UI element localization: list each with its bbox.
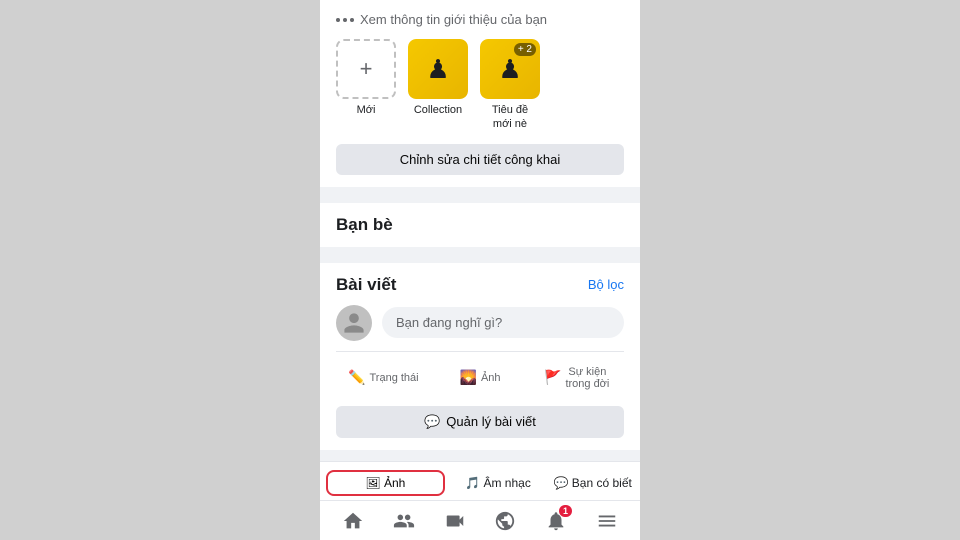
notification-nav-icon[interactable]: 1 [538,503,574,539]
manage-icon: 💬 [424,414,440,430]
friends-nav-icon[interactable] [386,503,422,539]
bottom-tabs: 🖼 Ảnh 🎵 Âm nhạc 💬 Bạn có biết [320,461,640,500]
photo-label: Ảnh [481,372,501,384]
tab-amnhac[interactable]: 🎵 Âm nhạc [451,472,546,494]
post-composer: Bạn đang nghĩ gì? [336,305,624,341]
chess-icon: ♟ [426,54,449,85]
tab-anh[interactable]: 🖼 Ảnh [326,470,445,496]
notification-badge: 1 [559,505,572,517]
nav-bar: 1 [320,500,640,540]
posts-title: Bài viết [336,275,396,295]
friends-icon [393,510,415,532]
photo-action-button[interactable]: 🌄 Ảnh [433,360,528,396]
posts-section: Bài viết Bộ lọc Bạn đang nghĩ gì? ✏️ Trạ… [320,263,640,450]
tieude-avatar[interactable]: ♟ + 2 [480,39,540,99]
flag-icon: 🚩 [544,369,561,386]
chess-icon2: ♟ [498,54,521,85]
info-text: Xem thông tin giới thiệu của bạn [360,12,547,27]
plus-icon: + [360,56,373,82]
tab-bancobiet[interactable]: 💬 Bạn có biết [545,472,640,494]
marketplace-nav-icon[interactable] [487,503,523,539]
avatar-item-new: + Mới [336,39,396,117]
tab-amnhac-label: 🎵 Âm nhạc [465,476,531,490]
composer-input[interactable]: Bạn đang nghĩ gì? [382,307,624,338]
dot3 [350,18,354,22]
event-action-button[interactable]: 🚩 Sự kiệntrong đời [529,360,624,396]
manage-label: Quản lý bài viết [446,414,536,429]
new-label: Mới [357,103,376,117]
edit-public-details-button[interactable]: Chỉnh sửa chi tiết công khai [336,144,624,175]
avatar-item-collection: ♟ Collection [408,39,468,117]
friends-title: Bạn bè [336,215,393,234]
collection-avatar[interactable]: ♟ [408,39,468,99]
photo-icon: 🌄 [460,369,477,386]
event-label: Sự kiệntrong đời [565,366,609,390]
tieude-bg: ♟ + 2 [480,39,540,99]
video-icon [444,510,466,532]
edit-icon: ✏️ [348,369,365,386]
friends-section: Bạn bè [320,203,640,247]
dot1 [336,18,340,22]
phone-container: Xem thông tin giới thiệu của bạn + Mới ♟… [320,0,640,540]
menu-icon [596,510,618,532]
collection-label: Collection [414,103,462,117]
status-action-button[interactable]: ✏️ Trạng thái [336,360,431,396]
avatar-row: + Mới ♟ Collection ♟ + 2 [336,39,624,132]
video-nav-icon[interactable] [437,503,473,539]
tab-bancobiet-label: 💬 Bạn có biết [554,476,632,490]
top-card: Xem thông tin giới thiệu của bạn + Mới ♟… [320,0,640,187]
filter-button[interactable]: Bộ lọc [588,277,624,292]
post-actions: ✏️ Trạng thái 🌄 Ảnh 🚩 Sự kiệntrong đời [336,351,624,396]
composer-avatar [336,305,372,341]
avatar-item-tieude: ♟ + 2 Tiêu đềmới nè [480,39,540,132]
collection-bg: ♟ [408,39,468,99]
globe-icon [494,510,516,532]
tieude-label: Tiêu đềmới nè [492,103,528,132]
separator2 [320,247,640,255]
add-new-button[interactable]: + [336,39,396,99]
badge: + 2 [514,43,536,56]
posts-header: Bài viết Bộ lọc [336,275,624,295]
manage-posts-button[interactable]: 💬 Quản lý bài viết [336,406,624,438]
dots-menu[interactable] [336,18,354,22]
home-icon [342,510,364,532]
home-nav-icon[interactable] [335,503,371,539]
top-header: Xem thông tin giới thiệu của bạn [336,12,624,27]
tab-anh-label: 🖼 Ảnh [365,476,405,490]
user-icon [342,311,366,335]
menu-nav-icon[interactable] [589,503,625,539]
dot2 [343,18,347,22]
separator1 [320,187,640,195]
status-label: Trạng thái [369,372,418,384]
